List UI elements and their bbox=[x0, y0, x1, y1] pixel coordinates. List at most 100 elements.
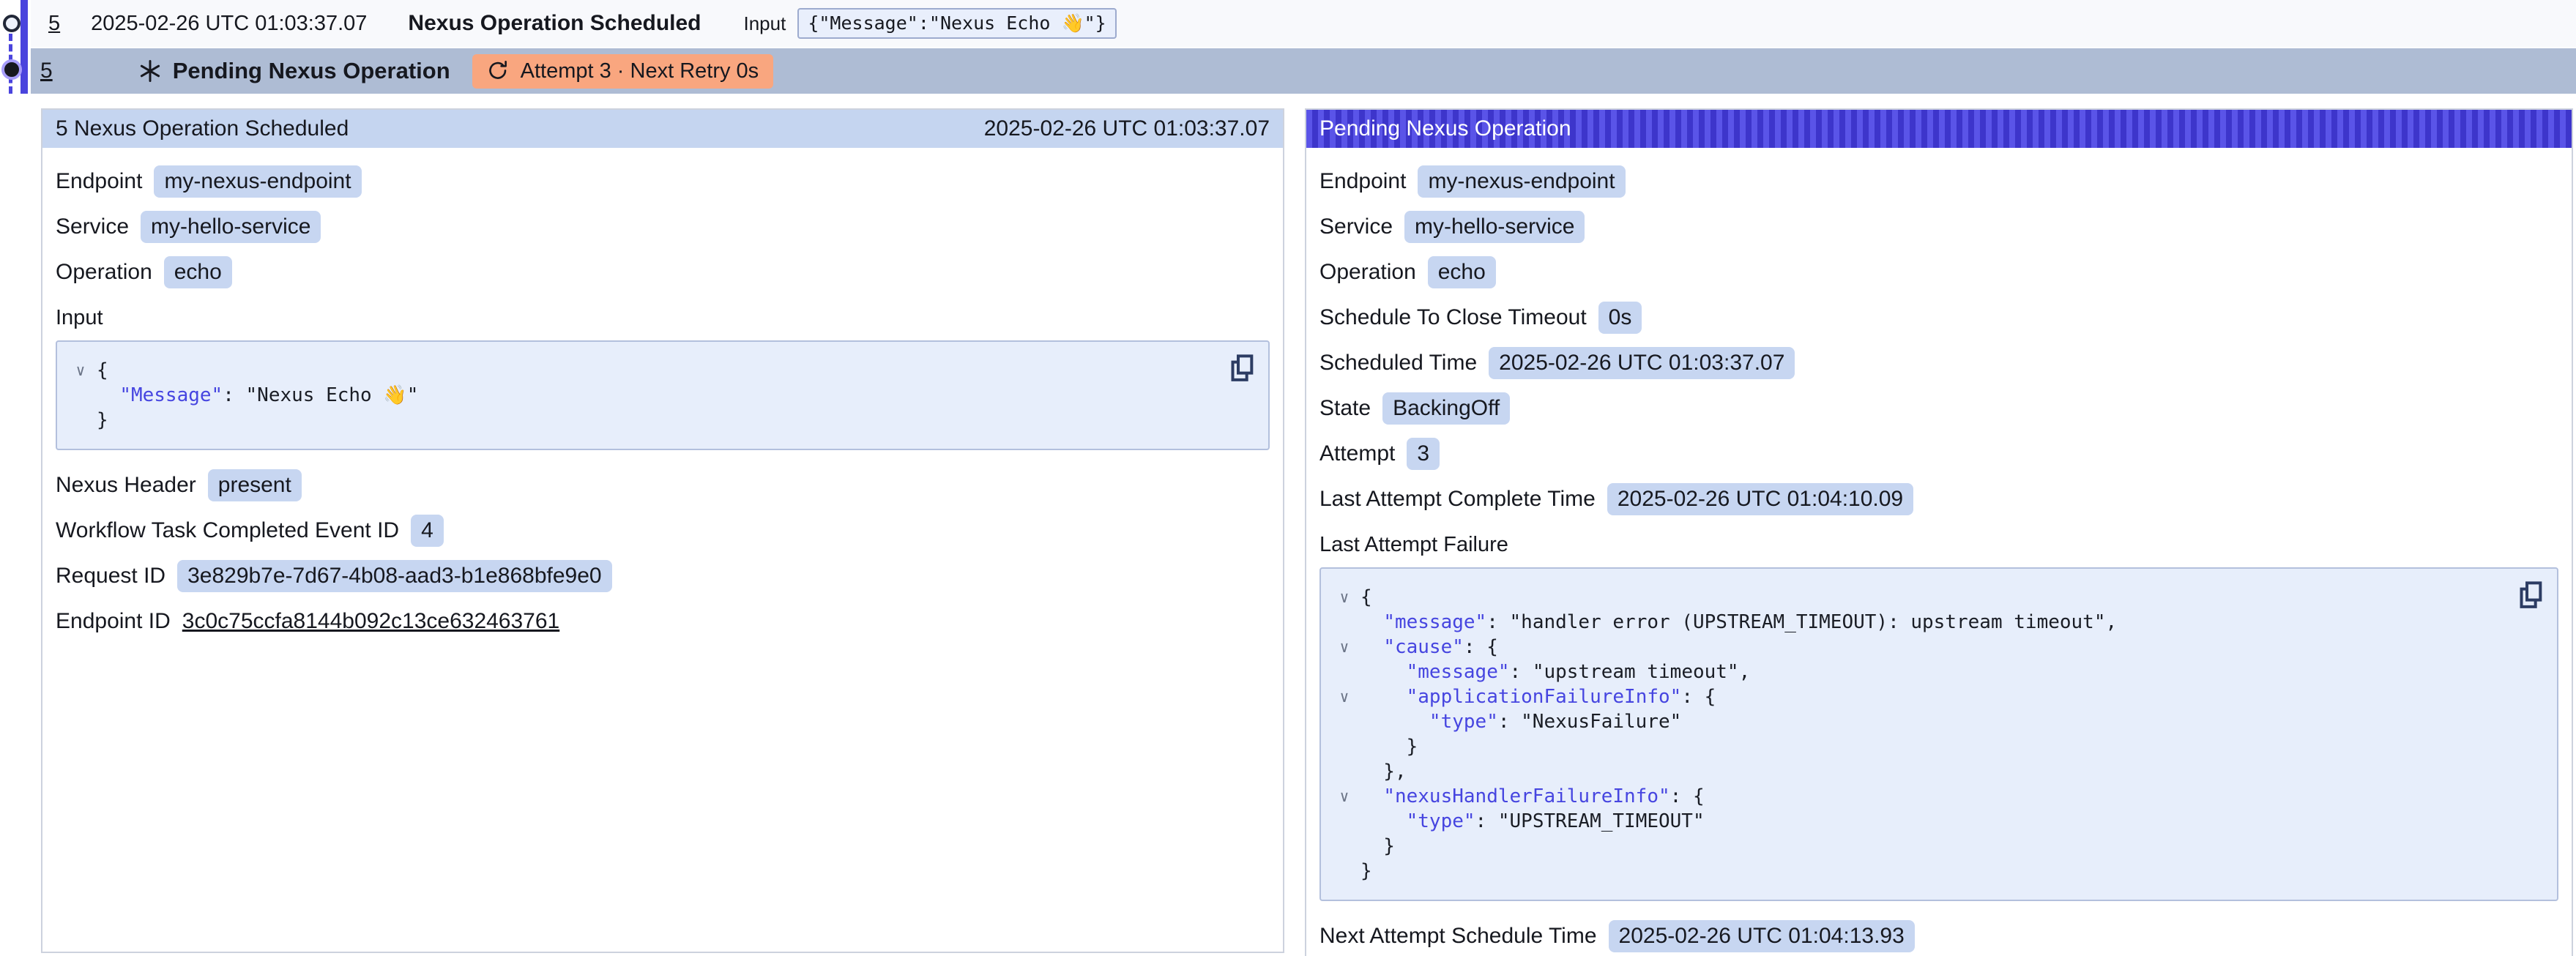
field-value-chip: 2025-02-26 UTC 01:04:10.09 bbox=[1607, 483, 1913, 515]
code-line: } bbox=[1328, 734, 2506, 759]
code-text: } bbox=[1360, 734, 1418, 759]
code-line: "Message": "Nexus Echo 👋" bbox=[64, 383, 1217, 408]
code-line: "message": "handler error (UPSTREAM_TIME… bbox=[1328, 610, 2506, 635]
input-section-label: Input bbox=[56, 306, 1270, 330]
left-panel-header: 5 Nexus Operation Scheduled 2025-02-26 U… bbox=[42, 110, 1283, 148]
right-panel-header: Pending Nexus Operation bbox=[1306, 110, 2572, 148]
code-line: } bbox=[1328, 834, 2506, 859]
field-row: Attempt3 bbox=[1319, 438, 2558, 470]
field-value-chip: 3e829b7e-7d67-4b08-aad3-b1e868bfe9e0 bbox=[177, 560, 612, 592]
event-row-nexus-operation-scheduled[interactable]: 5 2025-02-26 UTC 01:03:37.07 Nexus Opera… bbox=[31, 0, 2576, 47]
event-id-link[interactable]: 5 bbox=[40, 59, 53, 83]
code-gutter bbox=[1328, 809, 1360, 834]
code-line: "type": "UPSTREAM_TIMEOUT" bbox=[1328, 809, 2506, 834]
field-label: Service bbox=[1319, 214, 1393, 239]
collapse-chevron-icon[interactable]: ∨ bbox=[1328, 784, 1360, 809]
code-text: } bbox=[97, 408, 108, 433]
field-value-link[interactable]: 3c0c75ccfa8144b092c13ce632463761 bbox=[182, 609, 559, 634]
field-value-chip: 3 bbox=[1407, 438, 1440, 470]
field-row: Schedule To Close Timeout0s bbox=[1319, 302, 2558, 334]
collapse-chevron-icon[interactable]: ∨ bbox=[64, 358, 97, 383]
copy-icon[interactable] bbox=[1227, 352, 1257, 384]
field-label: Service bbox=[56, 214, 129, 239]
code-gutter bbox=[1328, 759, 1360, 784]
code-text: "type": "NexusFailure" bbox=[1360, 709, 1681, 734]
code-line: ∨{ bbox=[1328, 585, 2506, 610]
code-text: } bbox=[1360, 834, 1395, 859]
code-gutter bbox=[1328, 709, 1360, 734]
field-label: State bbox=[1319, 396, 1371, 421]
field-label: Endpoint bbox=[1319, 169, 1406, 194]
field-row: Operation echo bbox=[1319, 256, 2558, 288]
field-row: Next Attempt Schedule Time2025-02-26 UTC… bbox=[1319, 920, 2558, 952]
panel-pending-nexus-operation: Pending Nexus Operation Endpoint my-nexus… bbox=[1305, 108, 2573, 956]
left-panel-fields: Endpoint my-nexus-endpoint Service my-hello… bbox=[56, 165, 1270, 288]
field-value-chip: my-nexus-endpoint bbox=[1418, 165, 1625, 198]
field-label: Operation bbox=[56, 260, 152, 285]
retry-badge-text: Attempt 3 · Next Retry 0s bbox=[521, 59, 759, 83]
code-text: "message": "handler error (UPSTREAM_TIME… bbox=[1360, 610, 2117, 635]
field-row: Service my-hello-service bbox=[1319, 211, 2558, 243]
field-value-chip: 0s bbox=[1598, 302, 1642, 334]
timeline-node-open-circle-icon bbox=[3, 15, 21, 32]
field-row: Endpoint my-nexus-endpoint bbox=[56, 165, 1270, 198]
timeline-bar bbox=[21, 0, 28, 94]
event-input-label: Input bbox=[744, 12, 786, 35]
pending-asterisk-icon bbox=[138, 59, 163, 83]
right-panel-footer-fields: Next Attempt Schedule Time2025-02-26 UTC… bbox=[1319, 920, 2558, 952]
field-label: Endpoint bbox=[56, 169, 142, 194]
field-row: Workflow Task Completed Event ID 4 bbox=[56, 515, 1270, 547]
field-label: Endpoint ID bbox=[56, 609, 171, 634]
field-row: Operation echo bbox=[56, 256, 1270, 288]
field-row: Service my-hello-service bbox=[56, 211, 1270, 243]
failure-section-label: Last Attempt Failure bbox=[1319, 533, 2558, 557]
code-line: ∨{ bbox=[64, 358, 1217, 383]
field-value-chip: present bbox=[208, 469, 302, 501]
timeline-node-filled-circle-icon bbox=[1, 59, 22, 80]
right-panel-fields: Endpoint my-nexus-endpoint Service my-hello… bbox=[1319, 165, 2558, 515]
field-value-chip: my-hello-service bbox=[1404, 211, 1585, 243]
collapse-chevron-icon[interactable]: ∨ bbox=[1328, 684, 1360, 709]
code-line: }, bbox=[1328, 759, 2506, 784]
code-gutter bbox=[1328, 610, 1360, 635]
code-gutter bbox=[64, 408, 97, 433]
retry-attempt-badge: Attempt 3 · Next Retry 0s bbox=[472, 54, 774, 89]
left-panel-details: Nexus Header present Workflow Task Complet… bbox=[56, 469, 1270, 638]
event-input-value-chip: {"Message":"Nexus Echo 👋"} bbox=[797, 8, 1116, 39]
code-gutter bbox=[1328, 859, 1360, 884]
field-value-chip: BackingOff bbox=[1382, 392, 1510, 425]
copy-icon[interactable] bbox=[2516, 579, 2545, 611]
field-value-chip: 4 bbox=[411, 515, 444, 547]
field-row: State BackingOff bbox=[1319, 392, 2558, 425]
code-text: } bbox=[1360, 859, 1372, 884]
field-label: Workflow Task Completed Event ID bbox=[56, 518, 399, 543]
field-row: Endpoint my-nexus-endpoint bbox=[1319, 165, 2558, 198]
field-label: Scheduled Time bbox=[1319, 351, 1477, 376]
collapse-chevron-icon[interactable]: ∨ bbox=[1328, 635, 1360, 660]
collapse-chevron-icon[interactable]: ∨ bbox=[1328, 585, 1360, 610]
field-row: Scheduled Time2025-02-26 UTC 01:03:37.07 bbox=[1319, 347, 2558, 379]
code-text: "Message": "Nexus Echo 👋" bbox=[97, 383, 418, 408]
field-label: Nexus Header bbox=[56, 473, 196, 498]
input-code-block: ∨{ "Message": "Nexus Echo 👋"} bbox=[56, 340, 1270, 450]
field-label: Next Attempt Schedule Time bbox=[1319, 924, 1597, 949]
code-text: "nexusHandlerFailureInfo": { bbox=[1360, 784, 1705, 809]
event-id-link[interactable]: 5 bbox=[48, 12, 60, 36]
field-value-chip: my-hello-service bbox=[141, 211, 321, 243]
code-gutter bbox=[1328, 734, 1360, 759]
code-text: "message": "upstream timeout", bbox=[1360, 660, 1750, 684]
field-value-chip: my-nexus-endpoint bbox=[154, 165, 361, 198]
field-row: Request ID3e829b7e-7d67-4b08-aad3-b1e868… bbox=[56, 560, 1270, 592]
field-label: Operation bbox=[1319, 260, 1416, 285]
code-line: ∨ "cause": { bbox=[1328, 635, 2506, 660]
pending-title: Pending Nexus Operation bbox=[173, 58, 450, 84]
field-value-chip: echo bbox=[164, 256, 232, 288]
code-text: "applicationFailureInfo": { bbox=[1360, 684, 1716, 709]
code-text: }, bbox=[1360, 759, 1407, 784]
code-gutter bbox=[64, 383, 97, 408]
code-line: } bbox=[64, 408, 1217, 433]
event-row-pending-nexus-operation[interactable]: 5 Pending Nexus Operation Attempt 3 · Ne… bbox=[31, 48, 2576, 94]
field-row: Nexus Header present bbox=[56, 469, 1270, 501]
event-title: Nexus Operation Scheduled bbox=[408, 11, 701, 36]
field-value-chip: echo bbox=[1428, 256, 1496, 288]
